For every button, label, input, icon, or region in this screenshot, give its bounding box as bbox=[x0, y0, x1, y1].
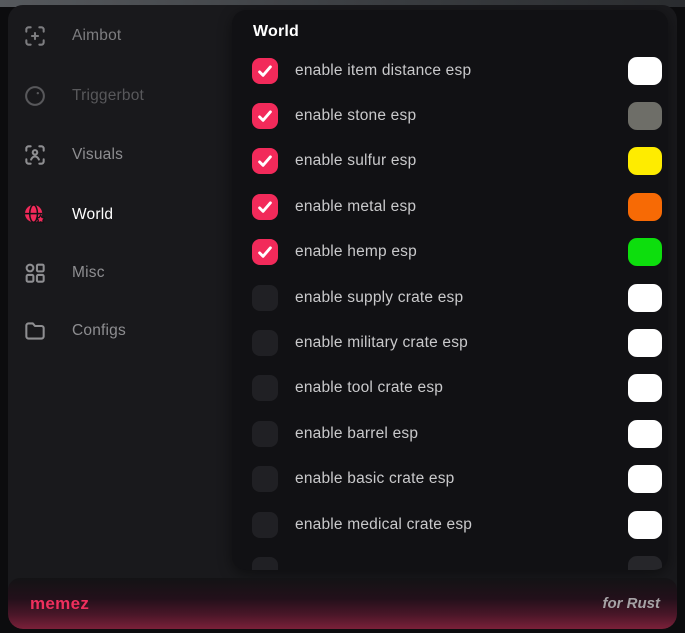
color-swatch[interactable] bbox=[628, 420, 662, 448]
sidebar-item-configs[interactable]: Configs bbox=[8, 311, 232, 351]
checkbox[interactable] bbox=[252, 557, 278, 570]
checkbox[interactable] bbox=[252, 148, 278, 174]
color-swatch[interactable] bbox=[628, 556, 662, 570]
brand-text: memez bbox=[30, 594, 89, 614]
color-swatch[interactable] bbox=[628, 102, 662, 130]
check-icon bbox=[255, 151, 275, 171]
tagline-text: for Rust bbox=[603, 595, 661, 612]
grid-category-icon bbox=[22, 260, 48, 286]
setting-row: enable military crate esp bbox=[232, 320, 668, 365]
sidebar-item-triggerbot[interactable]: Triggerbot bbox=[8, 76, 232, 116]
setting-label: enable barrel esp bbox=[295, 425, 418, 443]
person-scan-icon bbox=[22, 142, 48, 168]
checkbox[interactable] bbox=[252, 103, 278, 129]
sidebar-item-label: Configs bbox=[72, 311, 126, 351]
sidebar-item-label: Triggerbot bbox=[72, 76, 144, 116]
color-swatch[interactable] bbox=[628, 511, 662, 539]
screen: Aimbot Triggerbot Visuals World Misc Con… bbox=[0, 0, 685, 633]
check-icon bbox=[255, 242, 275, 262]
color-swatch[interactable] bbox=[628, 465, 662, 493]
checkbox[interactable] bbox=[252, 466, 278, 492]
checkbox[interactable] bbox=[252, 239, 278, 265]
sidebar-item-label: Aimbot bbox=[72, 16, 121, 56]
checkbox[interactable] bbox=[252, 285, 278, 311]
color-swatch[interactable] bbox=[628, 238, 662, 266]
color-swatch[interactable] bbox=[628, 57, 662, 85]
checkbox[interactable] bbox=[252, 512, 278, 538]
setting-row: enable stone esp bbox=[232, 93, 668, 138]
setting-row: enable hemp esp bbox=[232, 230, 668, 275]
crosshair-scan-icon bbox=[22, 23, 48, 49]
folder-icon bbox=[22, 318, 48, 344]
sidebar-item-world[interactable]: World bbox=[8, 195, 232, 235]
checkbox[interactable] bbox=[252, 194, 278, 220]
check-icon bbox=[255, 197, 275, 217]
setting-label: enable stone esp bbox=[295, 107, 416, 125]
sidebar-item-label: Misc bbox=[72, 253, 105, 293]
globe-star-icon bbox=[22, 202, 48, 228]
color-swatch[interactable] bbox=[628, 193, 662, 221]
setting-row: enable metal esp bbox=[232, 184, 668, 229]
checkbox[interactable] bbox=[252, 58, 278, 84]
world-panel: World enable item distance esp enable st… bbox=[232, 10, 668, 570]
cheat-window: Aimbot Triggerbot Visuals World Misc Con… bbox=[8, 5, 677, 629]
setting-label: enable item distance esp bbox=[295, 62, 471, 80]
setting-row: enable tool crate esp bbox=[232, 366, 668, 411]
setting-label: enable hemp esp bbox=[295, 243, 417, 261]
setting-label: enable basic crate esp bbox=[295, 470, 455, 488]
sidebar-item-aimbot[interactable]: Aimbot bbox=[8, 16, 232, 56]
setting-label: enable metal esp bbox=[295, 198, 416, 216]
check-icon bbox=[255, 106, 275, 126]
checkbox[interactable] bbox=[252, 421, 278, 447]
checkbox[interactable] bbox=[252, 330, 278, 356]
sidebar-item-misc[interactable]: Misc bbox=[8, 253, 232, 293]
setting-row: enable sulfur esp bbox=[232, 139, 668, 184]
setting-label: enable tool crate esp bbox=[295, 379, 443, 397]
setting-row bbox=[232, 547, 668, 570]
settings-list: enable item distance esp enable stone es… bbox=[232, 48, 668, 570]
setting-row: enable barrel esp bbox=[232, 411, 668, 456]
check-icon bbox=[255, 61, 275, 81]
setting-label: enable medical crate esp bbox=[295, 516, 472, 534]
setting-row: enable item distance esp bbox=[232, 48, 668, 93]
setting-row: enable medical crate esp bbox=[232, 502, 668, 547]
color-swatch[interactable] bbox=[628, 284, 662, 312]
target-circle-icon bbox=[22, 83, 48, 109]
setting-label: enable military crate esp bbox=[295, 334, 468, 352]
color-swatch[interactable] bbox=[628, 329, 662, 357]
setting-label: enable sulfur esp bbox=[295, 152, 416, 170]
setting-label: enable supply crate esp bbox=[295, 289, 463, 307]
footer-bar: memez for Rust bbox=[8, 578, 677, 629]
sidebar-item-label: World bbox=[72, 195, 113, 235]
panel-title: World bbox=[253, 23, 299, 41]
sidebar: Aimbot Triggerbot Visuals World Misc Con… bbox=[8, 5, 232, 578]
color-swatch[interactable] bbox=[628, 147, 662, 175]
setting-row: enable supply crate esp bbox=[232, 275, 668, 320]
sidebar-item-label: Visuals bbox=[72, 135, 123, 175]
sidebar-item-visuals[interactable]: Visuals bbox=[8, 135, 232, 175]
checkbox[interactable] bbox=[252, 375, 278, 401]
setting-row: enable basic crate esp bbox=[232, 457, 668, 502]
color-swatch[interactable] bbox=[628, 374, 662, 402]
